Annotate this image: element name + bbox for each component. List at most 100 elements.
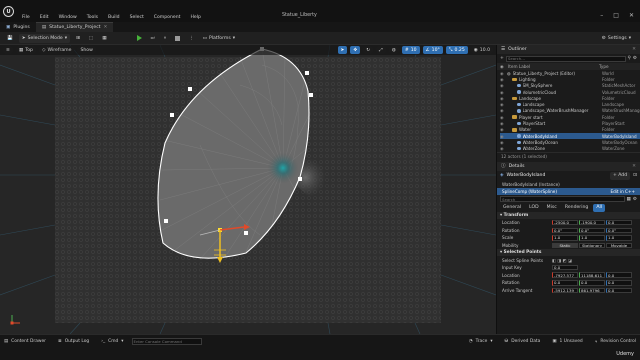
visibility-eye-icon[interactable]: ◉ (500, 90, 507, 95)
translate-tool-button[interactable]: ✥ (350, 46, 361, 54)
level-viewport[interactable]: ≡ ▦ Top ◇ Wireframe Show ➤ ✥ ↻ ⤢ ◍ # 10 … (0, 45, 496, 334)
unreal-logo-icon[interactable]: U (3, 6, 14, 17)
menu-window[interactable]: Window (59, 15, 77, 20)
filter-icon[interactable]: ⚲ (628, 56, 631, 61)
transform-section[interactable]: ▾ Transform (497, 211, 640, 219)
pause-button[interactable]: ⏸ (161, 34, 169, 43)
details-search-input[interactable]: Search (500, 196, 625, 203)
tab-plugins[interactable]: ▣ Plugins (0, 22, 36, 32)
outliner-row[interactable]: ◉ Water Folder (500, 127, 640, 133)
select-tool-button[interactable]: ➤ (337, 46, 348, 54)
show-button[interactable]: Show (77, 46, 96, 54)
edit-cpp-link[interactable]: Edit in C++ (610, 189, 635, 194)
close-icon[interactable]: ✕ (632, 164, 636, 169)
menu-help[interactable]: Help (190, 15, 200, 20)
minimize-icon[interactable]: – (600, 12, 603, 19)
menu-tools[interactable]: Tools (87, 15, 98, 20)
input-key-value[interactable]: 0.0 (552, 264, 578, 271)
visibility-eye-icon[interactable]: ◉ (500, 146, 507, 151)
select-mode-button[interactable]: ➤ Selection Mode ▾ (18, 33, 71, 43)
scale-tool-button[interactable]: ⤢ (376, 46, 386, 54)
tab-level[interactable]: ▤ Statue_Liberty_Project ✕ (35, 22, 114, 32)
outliner-row[interactable]: ◉ Player start Folder (500, 114, 640, 120)
arrive-tangent-y[interactable]: 861.9796 (579, 287, 605, 294)
rotation-x[interactable]: 0.0° (552, 227, 578, 233)
maximize-icon[interactable]: □ (613, 12, 619, 19)
selected-points-section[interactable]: ▾ Selected Points (497, 249, 640, 257)
add-icon[interactable]: + (500, 56, 504, 61)
console-input[interactable]: Enter Console Command (131, 338, 202, 345)
render-mode-button[interactable]: ◇ Wireframe (38, 46, 75, 54)
point-rotation-z[interactable]: 0.0 (606, 280, 632, 286)
point-location-x[interactable]: -7927.577 (552, 272, 578, 278)
outliner-row[interactable]: ◉ Lighting Folder (500, 76, 640, 82)
filter-general[interactable]: General (500, 203, 525, 212)
rotation-y[interactable]: 0.0° (579, 227, 605, 233)
view-mode-button[interactable]: ▦ Top (15, 46, 36, 54)
component-instance-row[interactable]: WaterBodyIsland (Instance) (497, 181, 640, 188)
sequencer-button[interactable]: ▦ (99, 34, 109, 43)
tab-close-icon[interactable]: ✕ (104, 25, 108, 30)
content-drawer-button[interactable]: ▤ Content Drawer (0, 337, 50, 347)
filter-misc[interactable]: Misc (543, 203, 560, 212)
unsaved-button[interactable]: ▣ 1 Unsaved (548, 337, 586, 347)
scale-x[interactable]: 1.0 (552, 235, 578, 241)
world-local-button[interactable]: ◍ (388, 46, 399, 54)
visibility-eye-icon[interactable]: ◉ (500, 115, 507, 120)
camera-speed-button[interactable]: ◉ 10.0 (470, 46, 493, 54)
blueprint-button[interactable]: ⬚ (86, 34, 96, 43)
location-y[interactable]: -1900.0 (579, 219, 605, 226)
arrive-tangent-z[interactable]: 0.0 (606, 287, 632, 294)
spline-point[interactable] (164, 219, 168, 223)
revision-control-button[interactable]: ⑂ Revision Control (591, 337, 640, 347)
point-rotation-x[interactable]: 0.0 (552, 280, 578, 286)
spline-point[interactable] (188, 87, 192, 91)
column-type[interactable]: Type (599, 64, 637, 69)
rotation-snap-button[interactable]: ∠ 10° (422, 46, 443, 54)
mobility-stationary[interactable]: Stationary (579, 242, 605, 249)
play-button[interactable] (134, 34, 145, 43)
selected-component-row[interactable]: SplineComp (WaterSpline) Edit in C++ (497, 187, 640, 195)
scale-snap-button[interactable]: ⤡ 0.25 (445, 46, 468, 54)
mobility-static[interactable]: Static (552, 242, 578, 249)
visibility-eye-icon[interactable]: ◉ (500, 127, 507, 132)
point-location-y[interactable]: 11188.611 (579, 272, 605, 278)
visibility-eye-icon[interactable]: ◉ (500, 77, 507, 82)
spline-point[interactable] (170, 113, 174, 117)
filter-all[interactable]: All (593, 203, 606, 212)
filter-rendering[interactable]: Rendering (561, 203, 592, 212)
derived-data-button[interactable]: ⛁ Derived Data (501, 337, 545, 347)
location-x[interactable]: -2500.0 (552, 219, 578, 226)
filter-lod[interactable]: LOD (526, 203, 542, 212)
platforms-button[interactable]: ▭ Platforms ▾ (200, 34, 238, 43)
outliner-row[interactable]: ◉ ◍ Statue_Liberty_Project (Editor) World (500, 70, 640, 76)
lock-icon[interactable]: ⊡ (633, 173, 637, 178)
location-z[interactable]: 0.0 (606, 219, 632, 226)
menu-component[interactable]: Component (154, 15, 181, 20)
visibility-eye-icon[interactable]: ◉ (500, 83, 507, 88)
visibility-eye-icon[interactable]: ◉ (500, 134, 507, 139)
viewport-scene[interactable] (0, 45, 496, 334)
stop-button[interactable] (172, 34, 183, 43)
trace-button[interactable]: ◔ Trace ▾ (465, 337, 497, 347)
arrive-tangent-x[interactable]: -5912.139 (552, 287, 578, 294)
select-points-icons[interactable]: ◧ ◨ ◩ ◪ (552, 258, 572, 263)
visibility-eye-icon[interactable]: ◉ (500, 102, 507, 107)
point-rotation-y[interactable]: 0.0 (579, 280, 605, 286)
visibility-eye-icon[interactable]: ◉ (500, 108, 507, 113)
rotation-z[interactable]: 0.0° (606, 227, 632, 233)
spline-point[interactable] (305, 71, 309, 75)
close-icon[interactable]: ✕ (632, 47, 636, 52)
outliner-search-input[interactable]: Search... (505, 55, 626, 62)
play-options-button[interactable]: ⋮ (186, 34, 197, 43)
cmd-button[interactable]: ›_ Cmd ▾ (97, 337, 127, 347)
settings-button[interactable]: ⚙ Settings ▾ (599, 34, 634, 43)
scale-z[interactable]: 1.0 (606, 235, 632, 241)
menu-select[interactable]: Select (130, 15, 144, 20)
visibility-eye-icon[interactable]: ◉ (500, 96, 507, 101)
grid-snap-button[interactable]: # 10 (401, 46, 420, 54)
viewport-options-button[interactable]: ≡ (3, 46, 13, 54)
gear-icon[interactable]: ⚙ (633, 197, 637, 202)
step-button[interactable]: ⏭ (148, 34, 158, 43)
grid-icon[interactable]: ▦ (627, 197, 631, 202)
